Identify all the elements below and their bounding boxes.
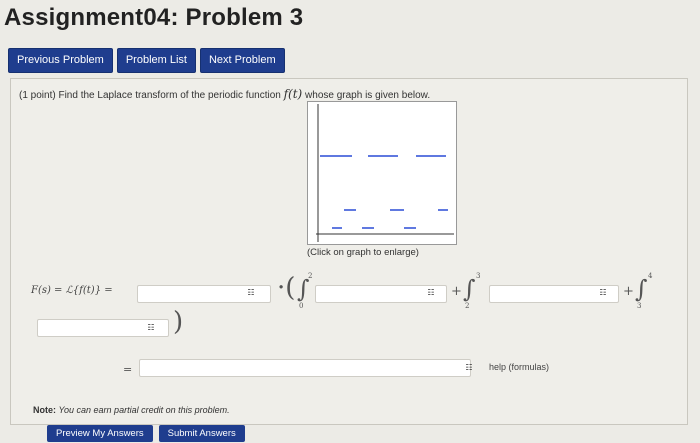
answer-input-final[interactable]	[139, 359, 471, 377]
integral-3-lower: 3	[637, 302, 642, 310]
function-name: f(t)	[283, 87, 303, 101]
graph-caption: (Click on graph to enlarge)	[307, 247, 419, 258]
note-label: Note:	[33, 405, 56, 415]
close-paren: )	[173, 307, 184, 337]
dot-open-paren: ·(	[277, 273, 296, 303]
problem-text: Find the Laplace transform of the period…	[58, 90, 281, 101]
preview-answers-button[interactable]: Preview My Answers	[47, 425, 153, 442]
equals-sign: =	[123, 363, 133, 376]
problem-list-button[interactable]: Problem List	[116, 48, 196, 73]
integral-3-upper: 4	[648, 272, 653, 280]
grid-icon[interactable]	[145, 323, 157, 333]
submit-answers-button[interactable]: Submit Answers	[158, 425, 245, 442]
grid-icon[interactable]	[245, 288, 257, 298]
plus-sign-1: +	[451, 284, 462, 299]
graph-svg	[316, 104, 454, 242]
function-graph[interactable]	[307, 101, 457, 245]
grid-icon[interactable]	[425, 288, 437, 298]
integral-3-symbol: ∫	[635, 275, 648, 303]
answer-actions: Preview My Answers Submit Answers	[47, 425, 245, 442]
integral-1-lower: 0	[299, 302, 304, 310]
note-text: You can earn partial credit on this prob…	[58, 405, 230, 415]
grid-icon[interactable]	[463, 363, 475, 373]
page-title: Assignment04: Problem 3	[4, 4, 304, 31]
integral-2-lower: 2	[465, 302, 470, 310]
problem-nav: Previous Problem Problem List Next Probl…	[8, 48, 285, 73]
problem-text-after: whose graph is given below.	[305, 90, 431, 101]
partial-credit-note: Note: You can earn partial credit on thi…	[33, 405, 230, 415]
integral-2-symbol: ∫	[463, 275, 476, 303]
problem-box: (1 point) Find the Laplace transform of …	[10, 78, 688, 442]
integral-2-upper: 3	[476, 272, 481, 280]
previous-problem-button[interactable]: Previous Problem	[8, 48, 113, 73]
problem-prompt: (1 point) Find the Laplace transform of …	[19, 87, 430, 101]
equation-lhs: F(s) = ℒ{f(t)} =	[31, 285, 113, 296]
help-formulas-link[interactable]: help (formulas)	[489, 362, 549, 372]
grid-icon[interactable]	[597, 288, 609, 298]
next-problem-button[interactable]: Next Problem	[199, 48, 285, 73]
integral-1-upper: 2	[308, 272, 313, 280]
points-label: (1 point)	[19, 90, 56, 101]
plus-sign-2: +	[623, 284, 634, 299]
